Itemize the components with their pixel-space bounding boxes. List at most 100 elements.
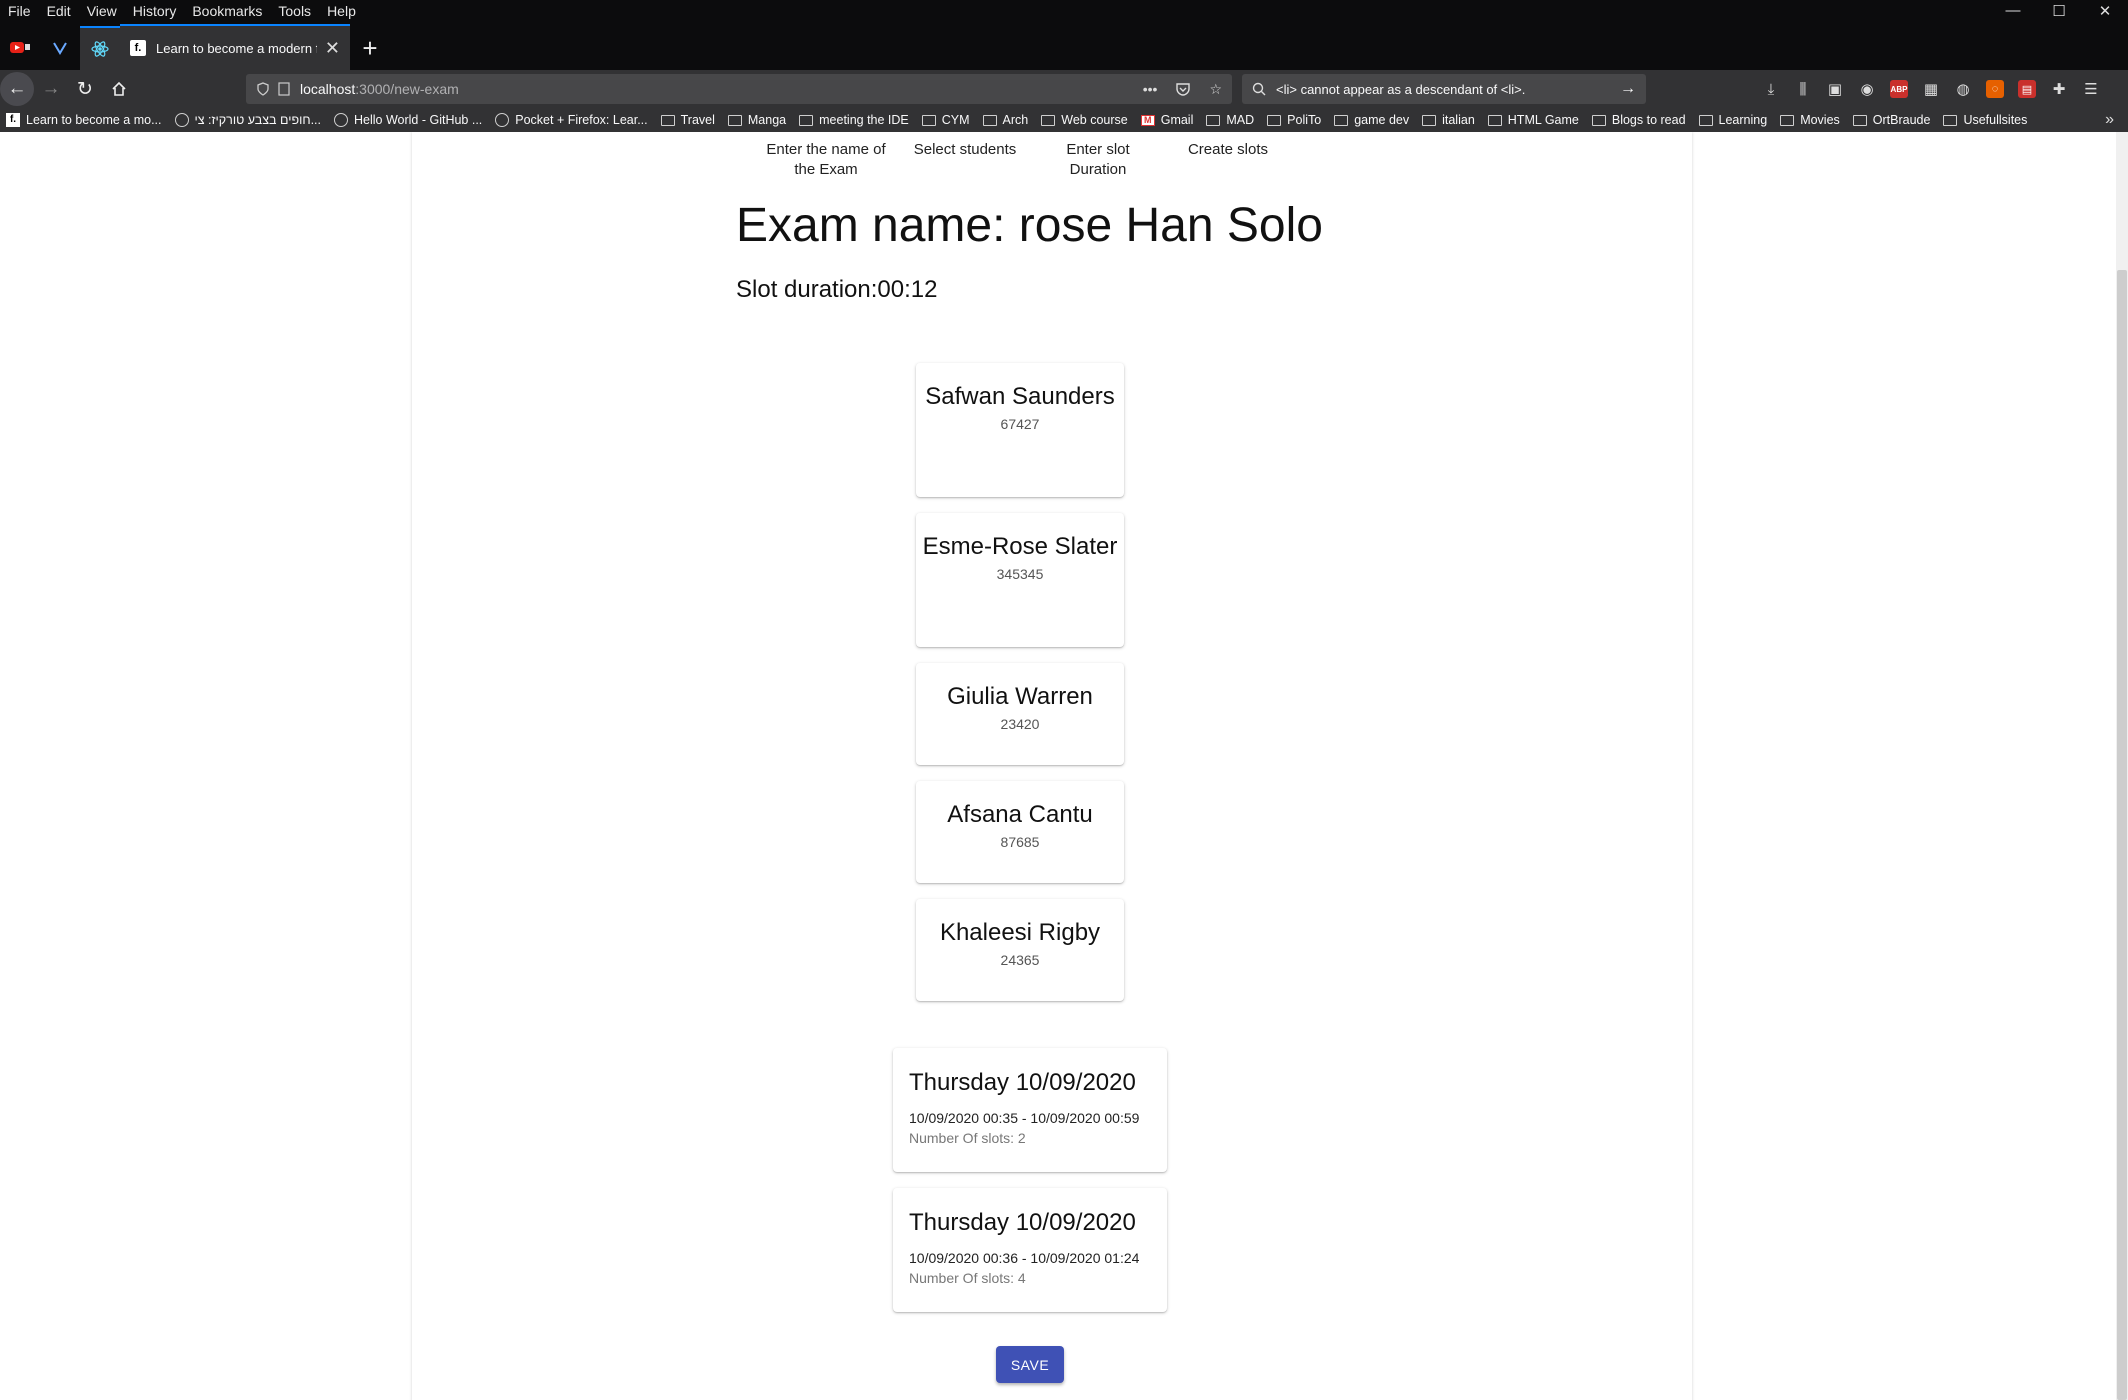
bookmark-folder[interactable]: Travel — [660, 113, 715, 127]
slot-card[interactable]: Thursday 10/09/2020 10/09/2020 00:36 - 1… — [893, 1188, 1167, 1312]
bookmark-item[interactable]: Hello World - GitHub ... — [333, 113, 482, 127]
bookmark-folder[interactable]: Blogs to read — [1591, 113, 1686, 127]
bookmark-folder[interactable]: meeting the IDE — [799, 113, 909, 127]
account-icon[interactable]: ◉ — [1858, 80, 1876, 98]
tab-strip: f. Learn to become a modern fro ✕ + — [0, 22, 2128, 70]
slot-day: Thursday 10/09/2020 — [909, 1209, 1136, 1236]
hamburger-menu-icon[interactable]: ☰ — [2082, 80, 2100, 98]
bookmark-folder[interactable]: PoliTo — [1267, 113, 1321, 127]
bookmark-folder[interactable]: OrtBraude — [1852, 113, 1931, 127]
home-button[interactable] — [102, 72, 136, 106]
url-bar[interactable]: localhost :3000/new-exam ••• ☆ — [246, 74, 1232, 104]
bookmark-label: Gmail — [1160, 113, 1194, 127]
reload-button[interactable]: ↻ — [68, 72, 102, 106]
menu-view[interactable]: View — [79, 0, 125, 22]
tab-active[interactable]: f. Learn to become a modern fro ✕ — [120, 24, 350, 70]
pinned-tab-react[interactable] — [80, 26, 120, 70]
adblock-icon[interactable]: ABP — [1890, 80, 1908, 98]
bookmark-folder[interactable]: Web course — [1041, 113, 1128, 127]
bookmark-label: meeting the IDE — [819, 113, 909, 127]
close-window-button[interactable]: ✕ — [2082, 2, 2128, 20]
scrollbar-thumb[interactable] — [2117, 270, 2127, 1400]
menu-help[interactable]: Help — [319, 0, 364, 22]
extensions-puzzle-icon[interactable]: ✚ — [2050, 80, 2068, 98]
bookmark-folder[interactable]: CYM — [921, 113, 970, 127]
ublock-icon[interactable]: ◍ — [1954, 80, 1972, 98]
pocket-icon[interactable] — [1175, 81, 1191, 97]
minimize-button[interactable]: — — [1990, 2, 2036, 20]
sidebar-icon[interactable]: ▣ — [1826, 80, 1844, 98]
bookmarks-overflow-icon[interactable]: » — [2105, 108, 2114, 132]
bookmark-label: game dev — [1354, 113, 1410, 127]
slot-count: Number Of slots: 2 — [909, 1130, 1026, 1146]
student-card[interactable]: Afsana Cantu 87685 — [916, 781, 1124, 883]
bookmark-folder[interactable]: game dev — [1334, 113, 1409, 127]
bookmark-folder[interactable]: HTML Game — [1487, 113, 1579, 127]
close-tab-icon[interactable]: ✕ — [325, 38, 340, 59]
bookmark-label: Usefullsites — [1963, 113, 2028, 127]
reload-icon: ↻ — [77, 78, 93, 100]
extension-red-icon[interactable]: ▤ — [2018, 80, 2036, 98]
menu-tools[interactable]: Tools — [270, 0, 319, 22]
scrollbar[interactable] — [2116, 132, 2128, 1400]
save-button[interactable]: SAVE — [996, 1346, 1064, 1383]
bookmark-folder[interactable]: MAD — [1206, 113, 1254, 127]
bookmark-folder[interactable]: Manga — [727, 113, 786, 127]
pinned-tab-app[interactable] — [40, 26, 80, 70]
gmail-icon: M — [1140, 114, 1155, 126]
bookmark-folder[interactable]: Learning — [1698, 113, 1768, 127]
student-name: Giulia Warren — [947, 683, 1093, 710]
back-button[interactable]: ← — [0, 72, 34, 106]
bookmark-item[interactable]: Pocket + Firefox: Lear... — [495, 113, 648, 127]
bookmark-label: Arch — [1002, 113, 1029, 127]
menu-file[interactable]: File — [0, 0, 39, 22]
page-viewport: Enter the name of the Exam Select studen… — [0, 132, 2128, 1400]
student-card[interactable]: Esme-Rose Slater 345345 — [916, 513, 1124, 647]
nav-bar: ← → ↻ localhost :3000/new-exam ••• ☆ <li… — [0, 70, 2128, 108]
bookmark-label: Travel — [680, 113, 715, 127]
bookmark-item[interactable]: f. Learn to become a mo... — [6, 113, 162, 127]
pinned-tab-youtube[interactable] — [0, 26, 40, 70]
bookmark-item[interactable]: חופים בצבע טורקיז: צי... — [174, 113, 321, 127]
menu-bookmarks[interactable]: Bookmarks — [184, 0, 270, 22]
globe-icon — [495, 113, 510, 127]
new-tab-button[interactable]: + — [350, 26, 390, 70]
step-slot-duration: Enter slot Duration — [1066, 141, 1130, 178]
forward-button[interactable]: → — [34, 72, 68, 106]
folder-icon — [1206, 114, 1221, 126]
bookmark-item[interactable]: M Gmail — [1140, 113, 1194, 127]
star-icon[interactable]: ☆ — [1209, 81, 1222, 98]
search-input[interactable]: <li> cannot appear as a descendant of <l… — [1276, 82, 1620, 97]
arrow-right-icon: → — [41, 78, 61, 99]
page-actions-icon[interactable]: ••• — [1143, 81, 1158, 98]
bookmark-folder[interactable]: Movies — [1780, 113, 1840, 127]
freecodecamp-icon: f. — [130, 40, 146, 56]
slot-duration-text: Slot duration:00:12 — [736, 276, 938, 303]
extension-orange-icon[interactable]: ◌ — [1986, 80, 2004, 98]
library-icon[interactable]: ⫼ — [1794, 80, 1812, 98]
download-icon[interactable]: ⤓ — [1762, 80, 1780, 98]
student-card[interactable]: Safwan Saunders 67427 — [916, 363, 1124, 497]
slot-card[interactable]: Thursday 10/09/2020 10/09/2020 00:35 - 1… — [893, 1048, 1167, 1172]
menu-edit[interactable]: Edit — [39, 0, 79, 22]
extension-icon[interactable]: ▦ — [1922, 80, 1940, 98]
bookmark-folder[interactable]: Usefullsites — [1943, 113, 2027, 127]
menu-history[interactable]: History — [125, 0, 185, 22]
bookmark-label: OrtBraude — [1872, 113, 1931, 127]
bookmark-label: Learning — [1718, 113, 1768, 127]
bookmark-label: Movies — [1800, 113, 1840, 127]
search-bar[interactable]: <li> cannot appear as a descendant of <l… — [1242, 74, 1646, 104]
search-go-icon[interactable]: → — [1620, 80, 1636, 98]
student-card[interactable]: Giulia Warren 23420 — [916, 663, 1124, 765]
student-id: 24365 — [1000, 952, 1040, 968]
bookmark-folder[interactable]: italian — [1422, 113, 1475, 127]
folder-icon — [727, 114, 742, 126]
slot-range: 10/09/2020 00:35 - 10/09/2020 00:59 — [909, 1110, 1140, 1126]
bookmark-folder[interactable]: Arch — [982, 113, 1029, 127]
folder-icon — [1041, 114, 1056, 126]
folder-icon — [1943, 114, 1958, 126]
bookmark-label: Pocket + Firefox: Lear... — [515, 113, 648, 127]
toolbar-icons: ⤓ ⫼ ▣ ◉ ABP ▦ ◍ ◌ ▤ ✚ ☰ — [1762, 70, 2100, 108]
student-card[interactable]: Khaleesi Rigby 24365 — [916, 899, 1124, 1001]
maximize-button[interactable]: ☐ — [2036, 2, 2082, 20]
